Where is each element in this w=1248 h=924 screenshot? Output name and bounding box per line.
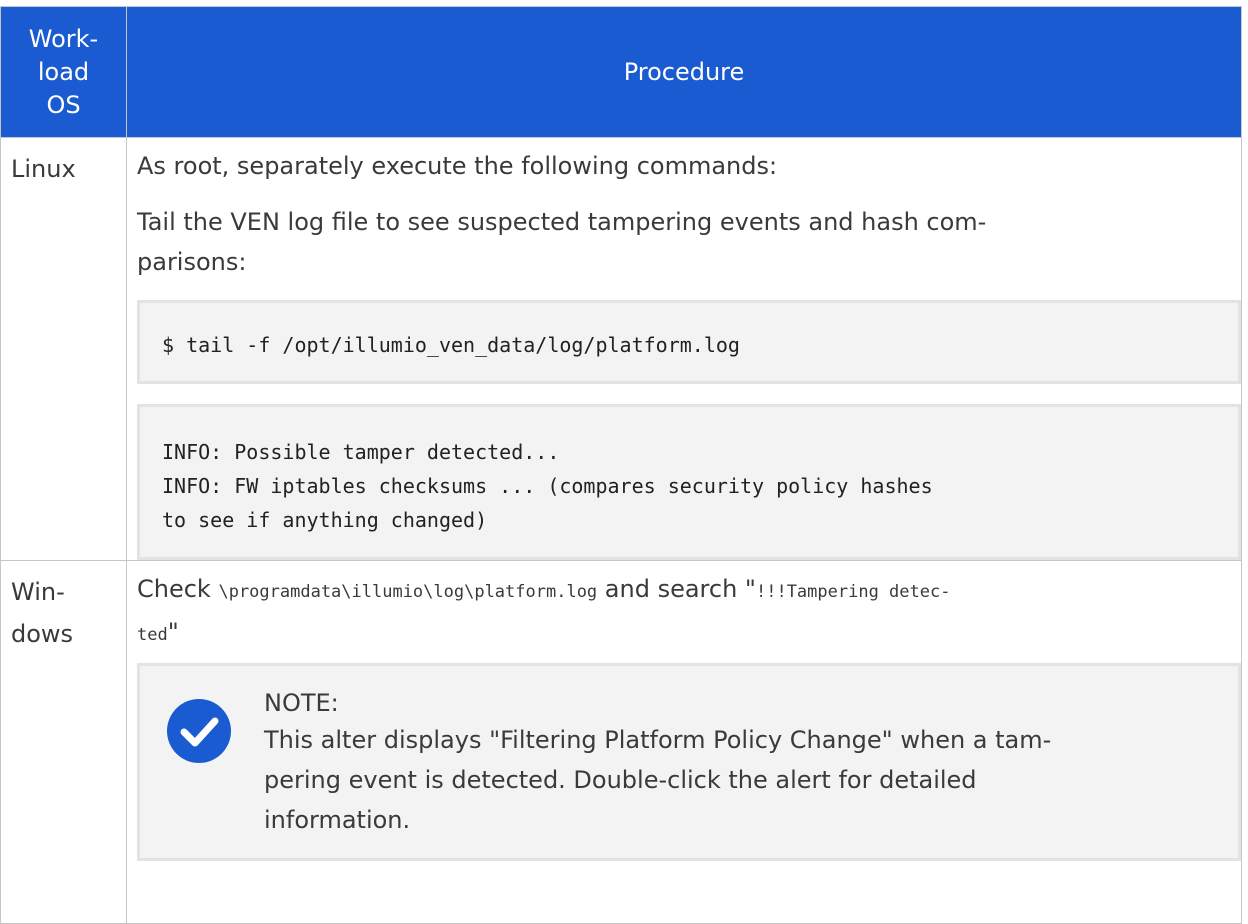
command-line: $ tail -f /opt/illumio_ven_data/log/plat… (162, 333, 740, 357)
table-row-linux: Linux As root, separately execute the fo… (0, 137, 1242, 561)
log-output-line: to see if anything changed) (162, 508, 488, 532)
procedure-cell-linux: As root, separately execute the followin… (126, 137, 1242, 561)
log-path: \programdata\illumio\log\platform.log (218, 582, 598, 602)
header-workload-os: Work- load OS (0, 6, 127, 138)
command-code-block: $ tail -f /opt/illumio_ven_data/log/plat… (137, 300, 1241, 384)
log-output-line: INFO: FW iptables checksums ... (compare… (162, 474, 933, 498)
check-instruction: Check \programdata\illumio\log\platform.… (137, 575, 951, 646)
note-text: This alter displays "Filtering Platform … (264, 726, 1052, 754)
procedure-cell-windows: Check \programdata\illumio\log\platform.… (126, 560, 1242, 924)
os-cell-windows: Win- dows (0, 560, 127, 924)
header-os-line: load (37, 57, 90, 86)
table-row-windows: Win- dows Check \programdata\illumio\log… (0, 560, 1242, 924)
os-cell-linux: Linux (0, 137, 127, 561)
tail-instruction: Tail the VEN log file to see suspected t… (137, 208, 987, 276)
check-circle-icon (167, 699, 231, 763)
intro-text: As root, separately execute the followin… (137, 152, 778, 180)
search-term: ted (137, 625, 168, 645)
table-header-row: Work- load OS Procedure (0, 6, 1242, 138)
log-output-code-block: INFO: Possible tamper detected... INFO: … (137, 404, 1241, 560)
note-text: information. (264, 806, 411, 834)
header-os-line: Work- (28, 24, 99, 53)
procedure-table: Work- load OS Procedure Linux As root, s… (0, 6, 1242, 924)
log-output-line: INFO: Possible tamper detected... (162, 440, 560, 464)
search-term: !!!Tampering detec- (755, 582, 951, 602)
header-procedure: Procedure (126, 6, 1242, 138)
note-box: NOTE: This alter displays "Filtering Pla… (137, 663, 1241, 861)
note-text: pering event is detected. Double-click t… (264, 766, 977, 794)
header-os-line: OS (46, 90, 81, 119)
note-title: NOTE: (264, 689, 339, 717)
